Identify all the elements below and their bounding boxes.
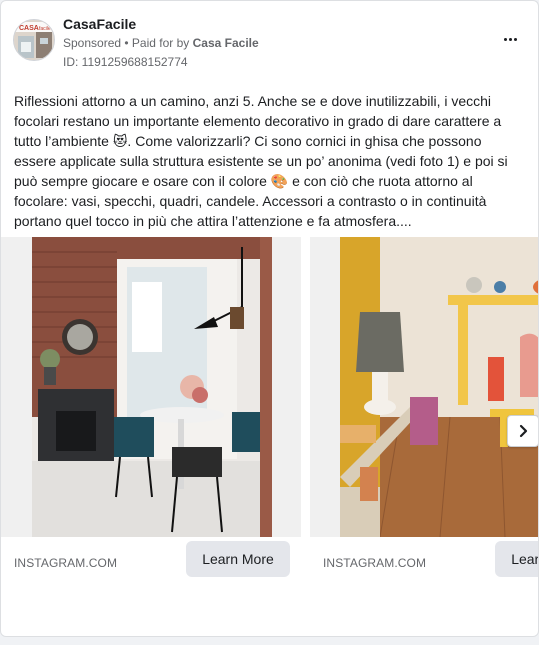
carousel-card-footer: INSTAGRAM.COM Learn More: [310, 537, 538, 587]
learn-more-button[interactable]: Learn More: [495, 541, 538, 577]
sponsored-label: Sponsored: [63, 36, 122, 50]
dot-icon: [503, 37, 507, 41]
learn-more-button[interactable]: Learn More: [186, 541, 290, 577]
living-room-photo: [340, 237, 538, 537]
carousel: INSTAGRAM.COM Learn More INSTAGRAM.COM L…: [1, 237, 538, 587]
ad-card: CASA facile CasaFacile Sponsored • Paid …: [0, 0, 539, 637]
link-domain[interactable]: INSTAGRAM.COM: [14, 556, 117, 570]
paid-for-name: Casa Facile: [192, 36, 259, 50]
ad-id: ID: 1191259688152774: [63, 55, 188, 69]
avatar[interactable]: CASA facile: [13, 19, 55, 61]
svg-text:facile: facile: [39, 26, 51, 32]
casafacile-logo: CASA facile: [14, 20, 54, 60]
dot-icon: [508, 37, 512, 41]
dot-icon: [513, 37, 517, 41]
carousel-card[interactable]: INSTAGRAM.COM Learn More: [310, 237, 538, 587]
paid-for-prefix: Paid for by: [131, 36, 193, 50]
chevron-right-icon: [519, 424, 528, 438]
svg-text:CASA: CASA: [19, 25, 39, 32]
meta-separator: •: [121, 36, 132, 50]
carousel-card-footer: INSTAGRAM.COM Learn More: [1, 537, 301, 587]
ad-header: CASA facile CasaFacile Sponsored • Paid …: [13, 15, 526, 71]
carousel-card[interactable]: INSTAGRAM.COM Learn More: [1, 237, 301, 587]
post-text: Riflessioni attorno a un camino, anzi 5.…: [14, 93, 512, 229]
carousel-image[interactable]: [340, 237, 538, 537]
more-options-button[interactable]: [498, 29, 522, 49]
advertiser-name[interactable]: CasaFacile: [63, 16, 136, 32]
carousel-next-button[interactable]: [507, 415, 538, 447]
dining-room-photo: [32, 237, 272, 537]
link-domain[interactable]: INSTAGRAM.COM: [323, 556, 426, 570]
sponsored-line: Sponsored • Paid for by Casa Facile: [63, 36, 259, 50]
carousel-image[interactable]: [32, 237, 272, 537]
